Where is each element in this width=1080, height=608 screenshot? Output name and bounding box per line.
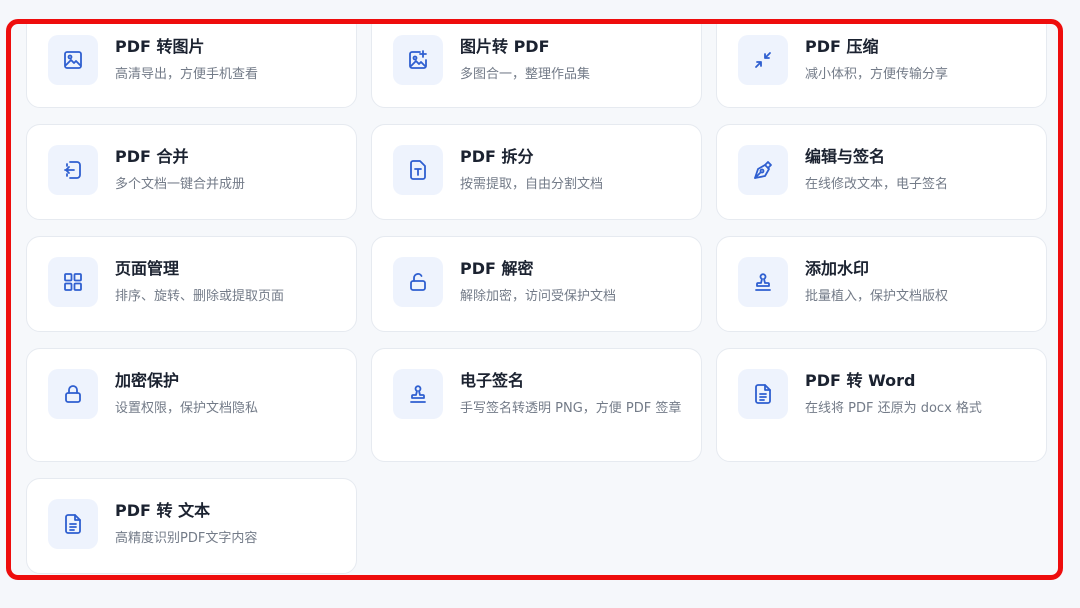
tool-card-edit-sign[interactable]: 编辑与签名 在线修改文本，电子签名 xyxy=(716,124,1047,220)
highlight-frame: PDF 转图片 高清导出，方便手机查看 图片转 PDF 多图合一，整理作品集 P… xyxy=(6,19,1063,580)
tool-card-pdf-to-text[interactable]: PDF 转 文本 高精度识别PDF文字内容 xyxy=(26,478,357,574)
compress-icon xyxy=(738,35,788,85)
grid-icon xyxy=(48,257,98,307)
unlock-icon xyxy=(393,257,443,307)
tool-desc: 多图合一，整理作品集 xyxy=(460,67,591,82)
tool-title: PDF 转 Word xyxy=(805,371,916,390)
tool-card-pdf-merge[interactable]: PDF 合并 多个文档一键合并成册 xyxy=(26,124,357,220)
document-text-icon xyxy=(48,499,98,549)
tool-desc: 手写签名转透明 PNG，方便 PDF 签章 xyxy=(460,401,682,416)
tool-title: PDF 压缩 xyxy=(805,37,879,56)
stamp-icon xyxy=(738,257,788,307)
tool-title: PDF 转 文本 xyxy=(115,501,211,520)
tool-card-pdf-to-word[interactable]: PDF 转 Word 在线将 PDF 还原为 docx 格式 xyxy=(716,348,1047,462)
tool-desc: 批量植入，保护文档版权 xyxy=(805,289,949,304)
split-icon xyxy=(393,145,443,195)
tool-desc: 高清导出，方便手机查看 xyxy=(115,67,259,82)
lock-icon xyxy=(48,369,98,419)
tool-desc: 在线修改文本，电子签名 xyxy=(805,177,949,192)
pen-icon xyxy=(738,145,788,195)
tool-desc: 解除加密，访问受保护文档 xyxy=(460,289,617,304)
stamp-icon xyxy=(393,369,443,419)
tool-title: 添加水印 xyxy=(805,259,870,278)
tool-title: 图片转 PDF xyxy=(460,37,550,56)
tool-card-add-watermark[interactable]: 添加水印 批量植入，保护文档版权 xyxy=(716,236,1047,332)
tool-desc: 在线将 PDF 还原为 docx 格式 xyxy=(805,401,982,416)
tool-card-pdf-split[interactable]: PDF 拆分 按需提取，自由分割文档 xyxy=(371,124,702,220)
tool-card-image-to-pdf[interactable]: 图片转 PDF 多图合一，整理作品集 xyxy=(371,24,702,108)
tool-card-page-management[interactable]: 页面管理 排序、旋转、删除或提取页面 xyxy=(26,236,357,332)
tool-title: 页面管理 xyxy=(115,259,180,278)
tool-card-encrypt[interactable]: 加密保护 设置权限，保护文档隐私 xyxy=(26,348,357,462)
tool-desc: 排序、旋转、删除或提取页面 xyxy=(115,289,285,304)
tool-card-pdf-to-image[interactable]: PDF 转图片 高清导出，方便手机查看 xyxy=(26,24,357,108)
tool-desc: 多个文档一键合并成册 xyxy=(115,177,246,192)
tool-desc: 高精度识别PDF文字内容 xyxy=(115,531,258,546)
tool-title: 编辑与签名 xyxy=(805,147,886,166)
tool-desc: 设置权限，保护文档隐私 xyxy=(115,401,259,416)
tool-card-pdf-decrypt[interactable]: PDF 解密 解除加密，访问受保护文档 xyxy=(371,236,702,332)
tool-desc: 按需提取，自由分割文档 xyxy=(460,177,604,192)
image-icon xyxy=(48,35,98,85)
tool-title: PDF 解密 xyxy=(460,259,534,278)
tool-title: PDF 合并 xyxy=(115,147,189,166)
image-plus-icon xyxy=(393,35,443,85)
tool-title: 电子签名 xyxy=(460,371,525,390)
merge-icon xyxy=(48,145,98,195)
document-icon xyxy=(738,369,788,419)
tool-card-e-signature[interactable]: 电子签名 手写签名转透明 PNG，方便 PDF 签章 xyxy=(371,348,702,462)
tool-title: 加密保护 xyxy=(115,371,180,390)
tool-desc: 减小体积，方便传输分享 xyxy=(805,67,949,82)
tool-grid: PDF 转图片 高清导出，方便手机查看 图片转 PDF 多图合一，整理作品集 P… xyxy=(26,24,1048,574)
tool-title: PDF 拆分 xyxy=(460,147,534,166)
tool-title: PDF 转图片 xyxy=(115,37,205,56)
tool-card-pdf-compress[interactable]: PDF 压缩 减小体积，方便传输分享 xyxy=(716,24,1047,108)
